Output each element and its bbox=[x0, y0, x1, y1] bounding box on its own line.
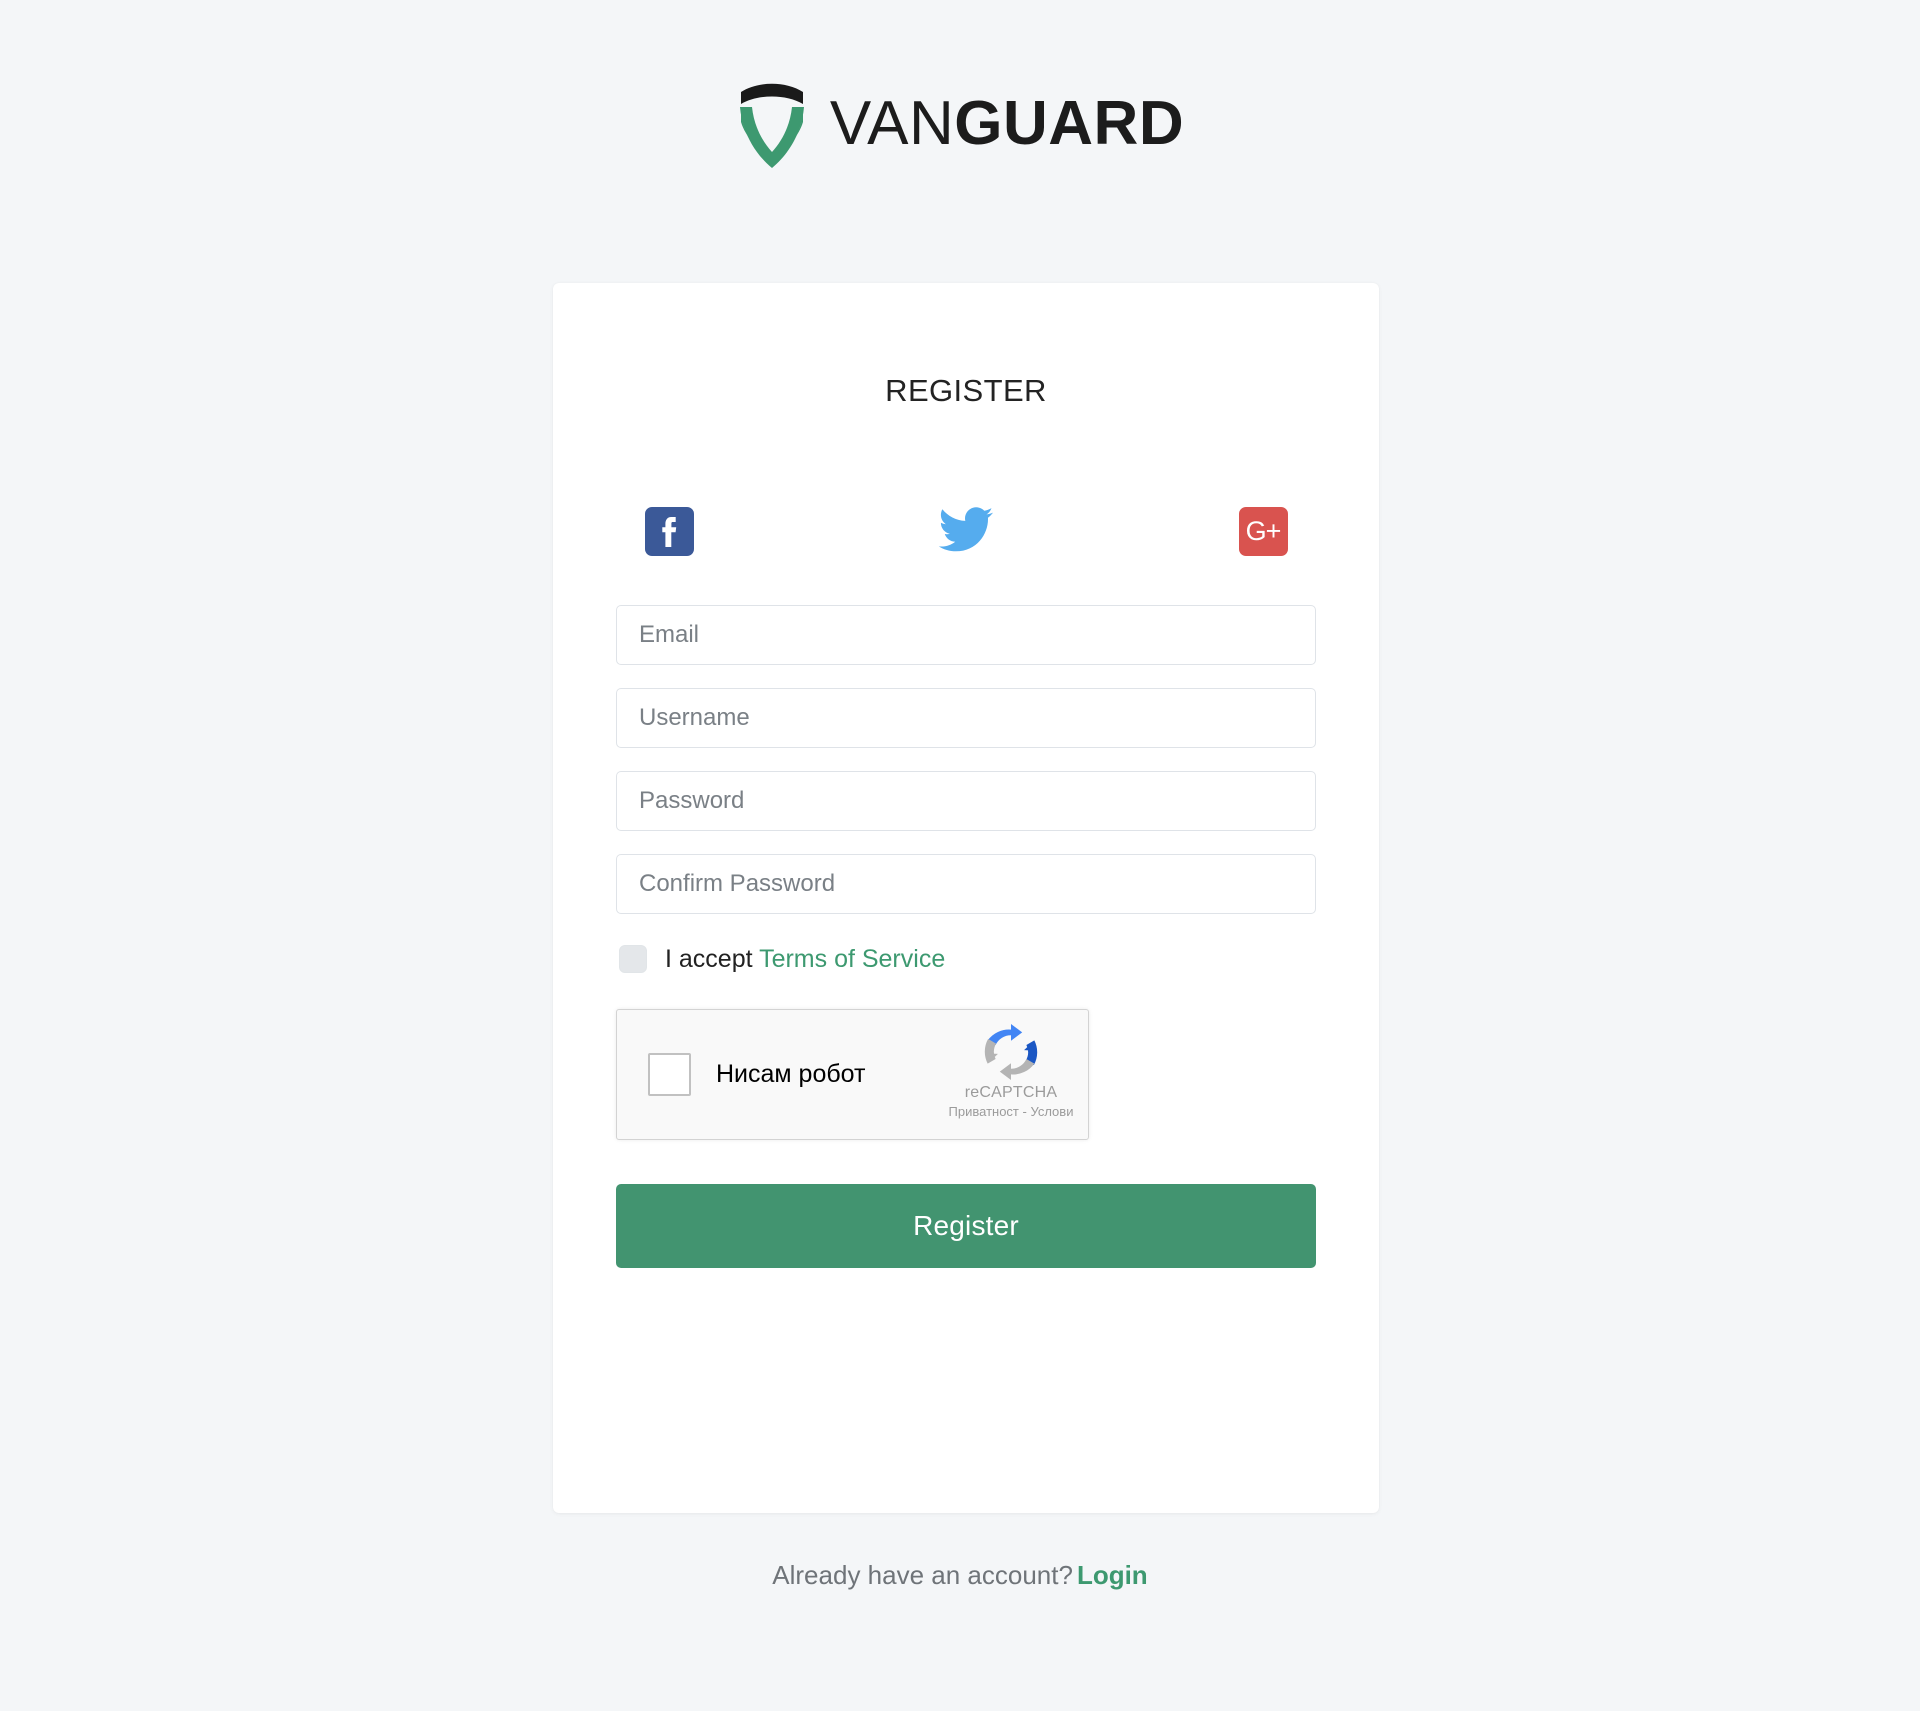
social-login-row: G+ bbox=[616, 505, 1316, 557]
accept-label: I accept bbox=[665, 944, 753, 973]
register-form: I accept Terms of Service Нисам робот re… bbox=[616, 605, 1316, 1268]
facebook-icon bbox=[644, 506, 694, 556]
email-field[interactable] bbox=[616, 605, 1316, 665]
brand-name-bold: GUARD bbox=[954, 89, 1185, 158]
google-plus-label: G+ bbox=[1245, 515, 1282, 546]
google-plus-icon: G+ bbox=[1238, 506, 1288, 556]
recaptcha-widget[interactable]: Нисам робот reCAPTCHA Приватност - Услов… bbox=[616, 1009, 1089, 1140]
recaptcha-legal-links[interactable]: Приватност - Услови bbox=[947, 1104, 1075, 1119]
recaptcha-branding: reCAPTCHA Приватност - Услови bbox=[947, 1024, 1075, 1119]
brand-wordmark: VAN GUARD bbox=[830, 93, 1184, 155]
register-page: VAN GUARD REGISTER G+ Email Username Pas… bbox=[0, 0, 1920, 1711]
brand-name-light: VAN bbox=[829, 89, 955, 158]
password-field[interactable] bbox=[616, 771, 1316, 831]
google-plus-login-button[interactable]: G+ bbox=[1237, 505, 1289, 557]
twitter-login-button[interactable] bbox=[938, 505, 994, 557]
recaptcha-logo-icon bbox=[984, 1024, 1038, 1080]
brand-header: VAN GUARD bbox=[0, 78, 1920, 170]
terms-of-service-link[interactable]: Terms of Service bbox=[759, 945, 945, 973]
terms-text: I accept Terms of Service bbox=[665, 944, 945, 973]
terms-row: I accept Terms of Service bbox=[616, 945, 1316, 973]
register-button[interactable]: Register bbox=[616, 1184, 1316, 1268]
login-prompt-text: Already have an account? bbox=[772, 1560, 1073, 1590]
register-card: REGISTER G+ Email Username Password Conf… bbox=[553, 283, 1379, 1513]
page-title: REGISTER bbox=[885, 373, 1047, 408]
vanguard-shield-icon bbox=[739, 83, 804, 168]
login-prompt: Already have an account? Login bbox=[0, 1562, 1920, 1588]
recaptcha-checkbox[interactable] bbox=[648, 1053, 691, 1096]
twitter-icon bbox=[938, 506, 994, 557]
confirm-password-field[interactable] bbox=[616, 854, 1316, 914]
recaptcha-label: Нисам робот bbox=[716, 1060, 866, 1088]
username-field[interactable] bbox=[616, 688, 1316, 748]
recaptcha-brand-name: reCAPTCHA bbox=[964, 1084, 1058, 1101]
login-link[interactable]: Login bbox=[1077, 1560, 1148, 1590]
accept-terms-checkbox[interactable] bbox=[619, 945, 647, 973]
facebook-login-button[interactable] bbox=[643, 505, 695, 557]
